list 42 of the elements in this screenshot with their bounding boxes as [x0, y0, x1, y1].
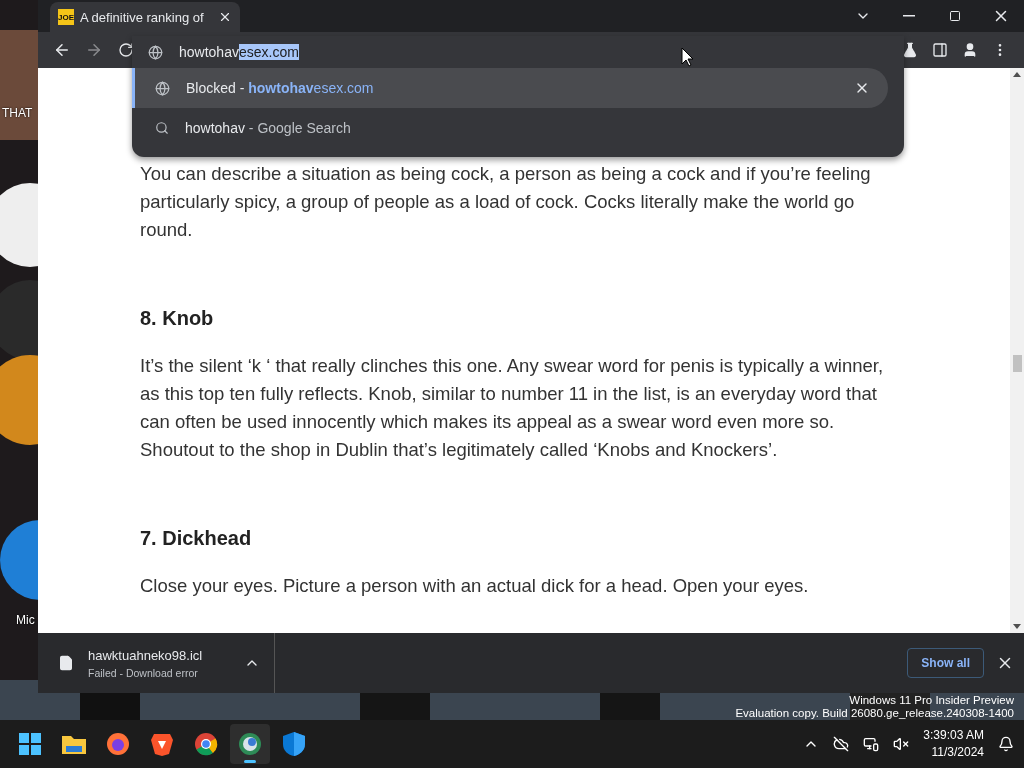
fox-globe-icon — [106, 732, 130, 756]
article-paragraph: Close your eyes. Picture a person with an actual dick for a head. Open your eyes. — [140, 574, 810, 598]
desktop-icon-label: THAT — [2, 106, 33, 120]
person-icon — [962, 42, 978, 58]
watermark-text: Windows 11 Pro Insider Preview — [849, 694, 1014, 707]
network-icon[interactable] — [863, 736, 880, 752]
cloud-off-icon[interactable] — [833, 736, 850, 752]
suggestion-item[interactable]: howtohav - Google Search — [132, 108, 888, 148]
reload-icon — [118, 42, 134, 58]
file-icon — [58, 655, 74, 671]
windows-logo-icon — [19, 733, 41, 755]
download-filename[interactable]: hawktuahneko98.icl — [88, 647, 230, 663]
mute-icon[interactable] — [893, 736, 910, 752]
article-paragraph: It’s the silent ‘k ‘ that really clinches this one. Any swear word for penis is typically a winner, as this top ten fully reflects. Knob, similar to number 11 in the list, is an everyday word that can often be used innocently which makes its appeal as a swear word even more so. Shoutout to the shop in Dublin that’s legitimately called ‘Knobs and Knockers’. — [140, 354, 885, 462]
shield-icon — [283, 732, 305, 756]
forward-arrow-icon — [85, 41, 103, 59]
browser-tab[interactable]: JOE A definitive ranking of — [50, 2, 240, 32]
folder-icon — [62, 734, 86, 754]
side-panel-icon — [932, 42, 948, 58]
search-icon — [155, 121, 169, 135]
scrollbar[interactable] — [1010, 68, 1024, 633]
lion-shield-icon — [151, 732, 173, 756]
watermark-text: Evaluation copy. Build 26080.ge_release.240308-1400 — [735, 707, 1014, 720]
notification-icon[interactable] — [998, 736, 1014, 752]
minimize-icon — [903, 15, 915, 17]
article-paragraph: You can describe a situation as being cock, a person as being a cock and if you’re feeling particularly spicy, a group of people as a load of cock. Cocks literally make the world go round. — [140, 162, 872, 242]
desktop-icon-label: Mic — [16, 613, 35, 627]
close-icon[interactable] — [218, 10, 232, 24]
taskbar-app-button[interactable] — [230, 724, 270, 764]
site-favicon: JOE — [58, 9, 74, 25]
download-status: Failed - Download error — [88, 666, 199, 679]
globe-icon — [155, 80, 170, 96]
globe-icon — [148, 44, 163, 60]
section-heading: 8. Knob — [140, 306, 215, 331]
maximize-icon — [949, 10, 961, 22]
mouse-cursor-icon — [681, 47, 694, 67]
globe-app-icon — [238, 732, 262, 756]
chrome-icon — [194, 732, 218, 756]
show-all-button[interactable]: Show all — [907, 648, 984, 678]
suggestion-item[interactable]: Blocked - howtohavesex.com — [132, 68, 888, 108]
section-heading: 7. Dickhead — [140, 526, 253, 551]
clock[interactable]: 3:39:03 AM 11/3/2024 — [923, 727, 984, 761]
